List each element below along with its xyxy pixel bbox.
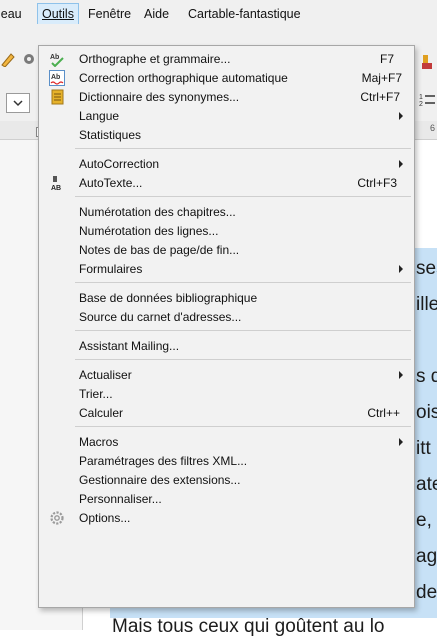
menu-item-label: Numérotation des lignes... (79, 224, 219, 238)
menu-item-shortcut: F7 (379, 52, 394, 66)
menu-separator (75, 148, 411, 149)
doc-text-fragment: itt (416, 438, 431, 459)
menu-item-actualiser[interactable]: Actualiser (40, 366, 412, 384)
menu-item-trier[interactable]: Trier... (40, 385, 412, 403)
menu-item-label: Statistiques (79, 128, 142, 142)
menu-item-label: Assistant Mailing... (79, 339, 180, 353)
menu-item-personnaliser[interactable]: Personnaliser... (40, 490, 412, 508)
menu-item-autocorrection[interactable]: AutoCorrection (40, 155, 412, 173)
menu-item-numerotation-lignes[interactable]: Numérotation des lignes... (40, 222, 412, 240)
menu-item-shortcut: Ctrl+F7 (360, 90, 400, 104)
menu-item-label: Langue (79, 109, 120, 123)
menu-tableau[interactable]: leau (0, 4, 26, 24)
menu-item-orthographe[interactable]: Ab Orthographe et grammaire... F7 (40, 50, 412, 68)
doc-text-fragment: ag (416, 546, 437, 567)
submenu-arrow-icon (399, 160, 403, 168)
menu-item-macros[interactable]: Macros (40, 433, 412, 451)
menu-separator (75, 282, 411, 283)
menu-item-autotexte[interactable]: AB AutoTexte... Ctrl+F3 (40, 174, 412, 192)
menu-item-shortcut: Ctrl++ (367, 406, 400, 420)
menu-item-shortcut: Ctrl+F3 (357, 176, 397, 190)
submenu-arrow-icon (399, 265, 403, 273)
menu-item-label: Correction orthographique automatique (79, 71, 288, 85)
menu-item-gestionnaire-extensions[interactable]: Gestionnaire des extensions... (40, 471, 412, 489)
menu-item-filtres-xml[interactable]: Paramétrages des filtres XML... (40, 452, 412, 470)
menu-item-formulaires[interactable]: Formulaires (40, 260, 412, 278)
menu-item-label: Base de données bibliographique (79, 291, 258, 305)
menu-item-numerotation-chapitres[interactable]: Numérotation des chapitres... (40, 203, 412, 221)
menu-item-label: Paramétrages des filtres XML... (79, 454, 248, 468)
menu-item-label: Trier... (79, 387, 113, 401)
menu-item-label: AutoCorrection (79, 157, 160, 171)
menu-item-label: Gestionnaire des extensions... (79, 473, 241, 487)
menu-separator (75, 359, 411, 360)
menu-item-label: Dictionnaire des synonymes... (79, 90, 240, 104)
svg-text:AB: AB (51, 185, 61, 191)
menu-outils[interactable]: Outils (37, 3, 79, 24)
menu-item-carnet-adresses[interactable]: Source du carnet d'adresses... (40, 308, 412, 326)
menu-item-label: Options... (79, 511, 131, 525)
thesaurus-icon (51, 89, 64, 105)
submenu-arrow-icon (399, 438, 403, 446)
menu-fenetre[interactable]: Fenêtre (84, 4, 135, 24)
doc-text-fragment: ois (416, 402, 437, 423)
style-dropdown[interactable] (6, 93, 30, 113)
svg-text:1: 1 (419, 94, 423, 101)
menu-item-label: Personnaliser... (79, 492, 162, 506)
menu-item-label: AutoTexte... (79, 176, 143, 190)
doc-text-fragment: ate (416, 474, 437, 495)
autotext-icon: AB (51, 176, 61, 191)
menu-item-shortcut: Maj+F7 (361, 71, 402, 85)
doc-text-line: Mais tous ceux qui goûtent au lo (112, 616, 385, 637)
outils-dropdown-menu: Ab Orthographe et grammaire... F7 Ab Cor… (38, 45, 415, 608)
doc-text-fragment: e, (416, 510, 432, 531)
gear-icon[interactable] (21, 51, 37, 67)
menu-item-calculer[interactable]: Calculer Ctrl++ (40, 404, 412, 422)
menu-aide[interactable]: Aide (140, 4, 173, 24)
menu-item-label: Notes de bas de page/de fin... (79, 243, 240, 257)
svg-text:2: 2 (419, 101, 423, 108)
menu-item-langue[interactable]: Langue (40, 107, 412, 125)
menu-outils-label: Outils (42, 7, 74, 21)
menu-item-statistiques[interactable]: Statistiques (40, 126, 412, 144)
menu-item-label: Numérotation des chapitres... (79, 205, 236, 219)
menu-item-synonymes[interactable]: Dictionnaire des synonymes... Ctrl+F7 (40, 88, 412, 106)
options-gear-icon (50, 511, 64, 525)
menu-item-label: Actualiser (79, 368, 132, 382)
numbered-list-icon[interactable]: 1 2 (418, 91, 436, 109)
menu-item-notes-bas-page[interactable]: Notes de bas de page/de fin... (40, 241, 412, 259)
menu-cartable-fantastique[interactable]: Cartable-fantastique (184, 4, 305, 24)
submenu-arrow-icon (399, 371, 403, 379)
menu-item-options[interactable]: Options... (40, 509, 412, 527)
menu-separator (75, 196, 411, 197)
spellcheck-icon: Ab (50, 54, 64, 67)
doc-text-fragment: s d (416, 366, 437, 387)
menu-item-label: Macros (79, 435, 119, 449)
menu-item-label: Orthographe et grammaire... (79, 52, 231, 66)
doc-text-fragment: de (416, 582, 437, 603)
submenu-arrow-icon (399, 112, 403, 120)
menu-item-label: Calculer (79, 406, 124, 420)
menu-item-label: Formulaires (79, 262, 143, 276)
pen-icon[interactable] (0, 51, 16, 67)
doc-text-fragment: ille (416, 294, 437, 315)
chevron-down-icon (13, 100, 23, 107)
doc-text-fragment: ses (416, 258, 437, 279)
menu-bar: leau Outils Fenêtre Aide Cartable-fantas… (0, 0, 437, 43)
menu-item-correction-auto[interactable]: Ab Correction orthographique automatique… (40, 69, 412, 87)
autospellcheck-icon: Ab (49, 70, 65, 86)
brush-icon[interactable] (420, 53, 436, 71)
menu-item-base-bibliographique[interactable]: Base de données bibliographique (40, 289, 412, 307)
menu-separator (75, 330, 411, 331)
menu-separator (75, 426, 411, 427)
menu-item-label: Source du carnet d'adresses... (79, 310, 242, 324)
svg-text:Ab: Ab (51, 74, 60, 81)
svg-text:Ab: Ab (50, 54, 59, 61)
menu-item-assistant-mailing[interactable]: Assistant Mailing... (40, 337, 412, 355)
ruler-number: 6 (430, 123, 436, 133)
